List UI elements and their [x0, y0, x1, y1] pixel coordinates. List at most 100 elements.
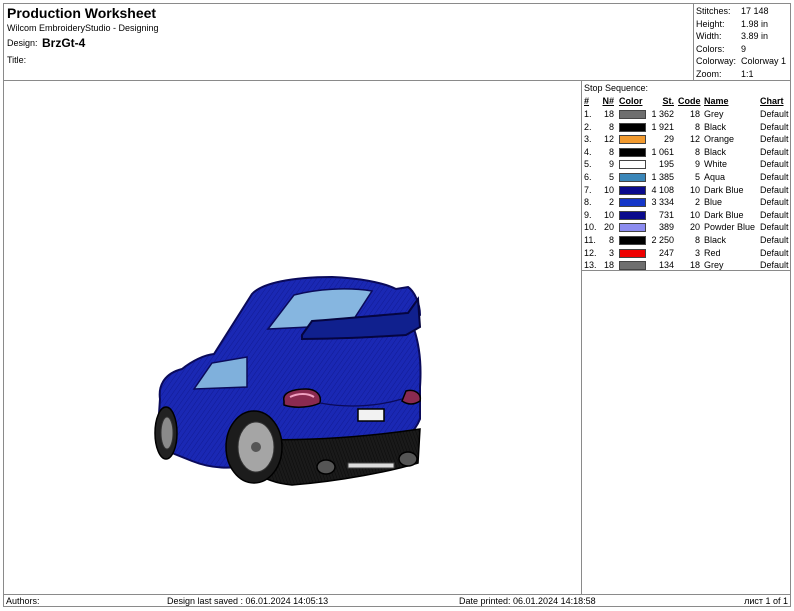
row-chart: Default	[760, 146, 789, 157]
row-chart: Default	[760, 260, 789, 271]
row-code: 3	[694, 247, 700, 258]
row-stitches: 1 921	[651, 121, 674, 132]
row-stitches: 29	[663, 134, 674, 145]
table-row: 11. 8 2 250 8 Black Default	[582, 234, 790, 247]
stat-label: Height:	[696, 18, 725, 29]
worksheet: Production Worksheet Wilcom EmbroiderySt…	[3, 3, 791, 607]
stat-row: Width: 3.89 in	[694, 30, 790, 42]
color-swatch	[619, 135, 646, 145]
stat-label: Colors:	[696, 43, 725, 54]
color-swatch	[619, 261, 646, 271]
date-printed: Date printed: 06.01.2024 14:18:58	[459, 596, 596, 606]
stat-value: 3.89 in	[741, 31, 769, 41]
row-color-name: Black	[704, 121, 727, 132]
row-code: 8	[694, 121, 700, 132]
row-code: 18	[689, 260, 700, 271]
row-needle: 8	[608, 146, 614, 157]
row-stitches: 1 061	[651, 146, 674, 157]
stat-value: Colorway 1	[741, 56, 787, 66]
row-color-name: Dark Blue	[704, 209, 744, 220]
row-index: 11.	[584, 235, 596, 245]
stat-label: Zoom:	[696, 68, 722, 79]
color-swatch	[619, 173, 646, 182]
color-swatch	[619, 210, 646, 220]
table-row: 4. 8 1 061 8 Black Default	[582, 146, 790, 159]
row-color-name: White	[704, 159, 728, 170]
row-stitches: 1 385	[651, 172, 674, 182]
design-label: Design:	[7, 38, 38, 48]
row-code: 12	[689, 134, 700, 145]
row-needle: 8	[608, 235, 614, 245]
row-stitches: 731	[658, 209, 674, 220]
row-index: 4.	[584, 146, 592, 157]
table-row: 7. 10 4 108 10 Dark Blue Default	[582, 184, 790, 197]
last-saved: Design last saved : 06.01.2024 14:05:13	[167, 596, 329, 606]
row-chart: Default	[760, 159, 789, 170]
row-index: 7.	[584, 184, 592, 195]
row-index: 6.	[584, 172, 592, 182]
row-code: 9	[694, 159, 700, 170]
row-index: 3.	[584, 134, 592, 145]
row-needle: 2	[608, 197, 614, 208]
row-color-name: Black	[704, 235, 727, 245]
row-index: 10.	[584, 222, 597, 233]
authors-label: Authors:	[6, 596, 40, 606]
column-header-stitches: St.	[662, 96, 674, 106]
row-needle: 9	[608, 159, 614, 170]
column-header-name: Name	[704, 96, 729, 106]
stat-row: Height: 1.98 in	[694, 18, 790, 30]
row-color-name: Red	[704, 247, 721, 258]
column-header-needle: N#	[602, 96, 614, 106]
color-swatch	[619, 248, 646, 258]
color-swatch	[619, 110, 646, 119]
page-title: Production Worksheet	[7, 5, 157, 21]
row-stitches: 4 108	[651, 184, 674, 195]
stat-value: 17 148	[741, 6, 769, 16]
row-code: 10	[689, 209, 700, 220]
row-stitches: 389	[658, 222, 674, 233]
row-color-name: Grey	[704, 260, 724, 271]
row-stitches: 247	[658, 247, 674, 258]
row-code: 8	[694, 235, 700, 245]
row-index: 5.	[584, 159, 592, 170]
row-index: 9.	[584, 209, 592, 220]
row-color-name: Black	[704, 146, 727, 157]
row-chart: Default	[760, 172, 789, 182]
row-needle: 18	[603, 260, 614, 271]
row-stitches: 2 250	[651, 235, 674, 245]
stat-label: Colorway:	[696, 56, 737, 66]
column-header-chart: Chart	[760, 96, 784, 106]
column-header-code: Code	[678, 96, 701, 106]
row-needle: 5	[608, 172, 614, 182]
column-header-color: Color	[619, 96, 643, 106]
design-preview	[4, 81, 582, 594]
page-number: лист 1 of 1	[744, 596, 788, 606]
row-code: 20	[689, 222, 700, 233]
stat-value: 9	[741, 43, 747, 54]
stat-label: Stitches:	[696, 6, 731, 16]
stop-sequence-title: Stop Sequence:	[584, 83, 649, 93]
table-row: 6. 5 1 385 5 Aqua Default	[582, 171, 790, 184]
row-code: 8	[694, 146, 700, 157]
row-index: 2.	[584, 121, 592, 132]
row-chart: Default	[760, 222, 789, 233]
design-stats: Stitches: 17 148 Height: 1.98 in Width: …	[694, 4, 790, 81]
row-index: 8.	[584, 197, 592, 208]
stop-sequence-table: Stop Sequence: # N# Color St. Code Name …	[582, 81, 790, 271]
row-code: 2	[694, 197, 700, 208]
stat-row: Stitches: 17 148	[694, 5, 790, 17]
row-needle: 10	[603, 184, 614, 195]
row-code: 10	[689, 184, 700, 195]
row-chart: Default	[760, 209, 789, 220]
row-chart: Default	[760, 184, 789, 195]
color-swatch	[619, 236, 646, 245]
header-info: Production Worksheet Wilcom EmbroiderySt…	[4, 4, 694, 81]
row-chart: Default	[760, 134, 789, 145]
footer: Authors: Design last saved : 06.01.2024 …	[4, 594, 790, 606]
table-row: 3. 12 29 12 Orange Default	[582, 133, 790, 146]
table-row: 1. 18 1 362 18 Grey Default	[582, 108, 790, 121]
row-color-name: Dark Blue	[704, 184, 744, 195]
table-row: 12. 3 247 3 Red Default	[582, 247, 790, 260]
row-color-name: Grey	[704, 109, 724, 119]
title-label: Title:	[7, 55, 27, 65]
